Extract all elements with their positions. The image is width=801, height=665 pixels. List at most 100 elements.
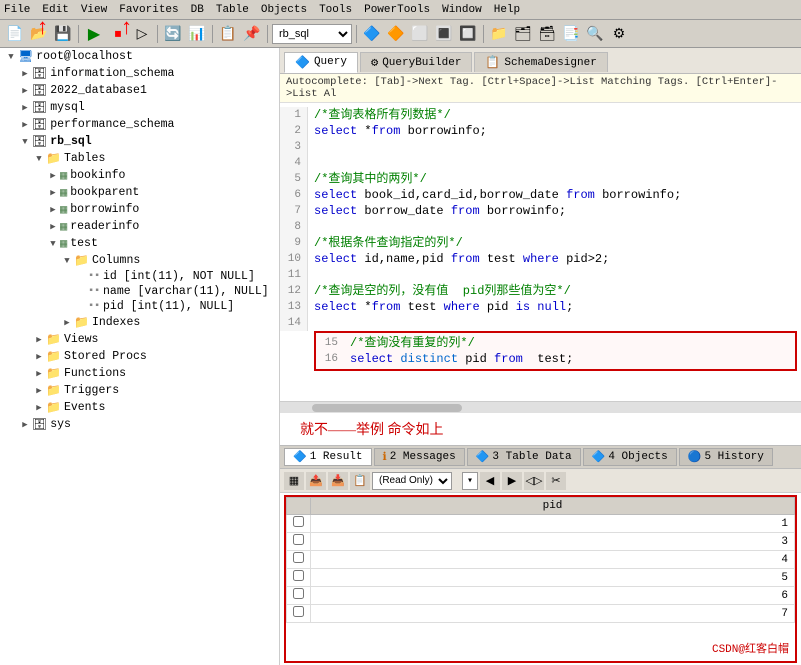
tab-query[interactable]: 🔷 Query bbox=[284, 52, 358, 73]
rtb-grid[interactable]: ▦ bbox=[284, 472, 304, 490]
sidebar-item-col-id[interactable]: ▪▪ id [int(11), NOT NULL] bbox=[0, 269, 279, 284]
row-checkbox[interactable] bbox=[293, 588, 304, 599]
sidebar-item-col-name[interactable]: ▪▪ name [varchar(11), NULL] bbox=[0, 284, 279, 299]
toggle-perf[interactable]: ▶ bbox=[18, 120, 32, 130]
tb-new[interactable]: 📄 bbox=[4, 23, 26, 45]
rtb-copy2[interactable]: 📋 bbox=[350, 472, 370, 490]
toggle-indexes[interactable]: ▶ bbox=[60, 318, 74, 328]
sidebar-item-tables[interactable]: ▼ 📁 Tables bbox=[0, 150, 279, 167]
btab-result[interactable]: 🔷 1 Result bbox=[284, 448, 372, 466]
tb-extra3[interactable]: ⬜ bbox=[409, 23, 431, 45]
tb-copy[interactable]: 📋 bbox=[217, 23, 239, 45]
menu-help[interactable]: Help bbox=[494, 4, 520, 16]
row-checkbox[interactable] bbox=[293, 534, 304, 545]
tb-extra6[interactable]: 📁 bbox=[488, 23, 510, 45]
tb-explain[interactable]: 📊 bbox=[186, 23, 208, 45]
toggle-borrowinfo[interactable]: ▶ bbox=[46, 205, 60, 215]
tb-extra9[interactable]: 📑 bbox=[560, 23, 582, 45]
toggle-rbsql[interactable]: ▼ bbox=[18, 137, 32, 147]
toggle-bookinfo[interactable]: ▶ bbox=[46, 171, 60, 181]
sidebar-item-functions[interactable]: ▶ 📁 Functions bbox=[0, 365, 279, 382]
sidebar-item-test[interactable]: ▼ ▦ test bbox=[0, 235, 279, 252]
readonly-dropdown[interactable]: (Read Only) bbox=[372, 472, 452, 490]
menu-edit[interactable]: Edit bbox=[42, 4, 68, 16]
menu-window[interactable]: Window bbox=[442, 4, 482, 16]
toggle-readerinfo[interactable]: ▶ bbox=[46, 222, 60, 232]
tb-extra11[interactable]: ⚙ bbox=[608, 23, 630, 45]
rtb-extra3[interactable]: ◁▷ bbox=[524, 472, 544, 490]
toggle-events[interactable]: ▶ bbox=[32, 403, 46, 413]
toggle-sys[interactable]: ▶ bbox=[18, 420, 32, 430]
menu-table[interactable]: Table bbox=[216, 4, 249, 16]
toggle-functions[interactable]: ▶ bbox=[32, 369, 46, 379]
sidebar-item-perf[interactable]: ▶ 🗄 performance_schema bbox=[0, 116, 279, 133]
tb-run2[interactable]: ▷ bbox=[131, 23, 153, 45]
rtb-extra1[interactable]: ◀ bbox=[480, 472, 500, 490]
sidebar-item-indexes[interactable]: ▶ 📁 Indexes bbox=[0, 314, 279, 331]
toggle-is[interactable]: ▶ bbox=[18, 69, 32, 79]
toggle-stored-procs[interactable]: ▶ bbox=[32, 352, 46, 362]
tb-extra8[interactable]: 🗃 bbox=[536, 23, 558, 45]
menu-file[interactable]: File bbox=[4, 4, 30, 16]
tb-refresh[interactable]: 🔄 bbox=[162, 23, 184, 45]
sidebar-item-root[interactable]: ▼ 🖥 root@localhost bbox=[0, 48, 279, 65]
toggle-tables[interactable]: ▼ bbox=[32, 154, 46, 164]
sidebar-item-triggers[interactable]: ▶ 📁 Triggers bbox=[0, 382, 279, 399]
btab-tabledata[interactable]: 🔷 3 Table Data bbox=[467, 448, 581, 466]
tb-stop[interactable]: ⏹ bbox=[107, 23, 129, 45]
btab-history[interactable]: 🔵 5 History bbox=[679, 448, 773, 466]
sidebar-item-bookparent[interactable]: ▶ ▦ bookparent bbox=[0, 184, 279, 201]
row-checkbox[interactable] bbox=[293, 606, 304, 617]
tb-extra4[interactable]: 🔳 bbox=[433, 23, 455, 45]
rtb-import[interactable]: 📥 bbox=[328, 472, 348, 490]
sidebar-item-borrowinfo[interactable]: ▶ ▦ borrowinfo bbox=[0, 201, 279, 218]
btab-objects[interactable]: 🔷 4 Objects bbox=[583, 448, 677, 466]
tab-schemadesigner[interactable]: 📋 SchemaDesigner bbox=[474, 52, 607, 72]
menu-view[interactable]: View bbox=[81, 4, 107, 16]
table-row[interactable]: 1 bbox=[287, 515, 795, 533]
sidebar-item-col-pid[interactable]: ▪▪ pid [int(11), NULL] bbox=[0, 299, 279, 314]
btab-messages[interactable]: ℹ 2 Messages bbox=[374, 448, 465, 466]
sidebar-item-information-schema[interactable]: ▶ 🗄 information_schema bbox=[0, 65, 279, 82]
menu-powertools[interactable]: PowerTools bbox=[364, 4, 430, 16]
sidebar-item-mysql[interactable]: ▶ 🗄 mysql bbox=[0, 99, 279, 116]
tb-paste[interactable]: 📌 bbox=[241, 23, 263, 45]
tb-run[interactable]: ▶ bbox=[83, 23, 105, 45]
toggle-bookparent[interactable]: ▶ bbox=[46, 188, 60, 198]
rtb-extra2[interactable]: ▶ bbox=[502, 472, 522, 490]
code-editor[interactable]: 1 /*查询表格所有列数据*/ 2 select *from borrowinf… bbox=[280, 103, 801, 401]
hscroll-thumb[interactable] bbox=[312, 404, 462, 412]
row-checkbox[interactable] bbox=[293, 570, 304, 581]
sidebar-item-bookinfo[interactable]: ▶ ▦ bookinfo bbox=[0, 167, 279, 184]
toggle-root[interactable]: ▼ bbox=[4, 52, 18, 62]
tab-querybuilder[interactable]: ⚙ QueryBuilder bbox=[360, 52, 472, 72]
table-row[interactable]: 6 bbox=[287, 587, 795, 605]
menu-favorites[interactable]: Favorites bbox=[119, 4, 178, 16]
toggle-test[interactable]: ▼ bbox=[46, 239, 60, 249]
rtb-extra4[interactable]: ✂ bbox=[546, 472, 566, 490]
tb-extra7[interactable]: 🗂 bbox=[512, 23, 534, 45]
sidebar-item-events[interactable]: ▶ 📁 Events bbox=[0, 399, 279, 416]
toggle-mysql[interactable]: ▶ bbox=[18, 103, 32, 113]
menu-db[interactable]: DB bbox=[191, 4, 204, 16]
toggle-2022db[interactable]: ▶ bbox=[18, 86, 32, 96]
sidebar-item-stored-procs[interactable]: ▶ 📁 Stored Procs bbox=[0, 348, 279, 365]
toggle-columns[interactable]: ▼ bbox=[60, 256, 74, 266]
sidebar-item-2022db[interactable]: ▶ 🗄 2022_database1 bbox=[0, 82, 279, 99]
toggle-views[interactable]: ▶ bbox=[32, 335, 46, 345]
sidebar-item-views[interactable]: ▶ 📁 Views bbox=[0, 331, 279, 348]
tb-extra2[interactable]: 🔶 bbox=[385, 23, 407, 45]
table-row[interactable]: 5 bbox=[287, 569, 795, 587]
table-row[interactable]: 4 bbox=[287, 551, 795, 569]
sidebar-item-sys[interactable]: ▶ 🗄 sys bbox=[0, 416, 279, 433]
tb-open[interactable]: 📂 bbox=[28, 23, 50, 45]
row-checkbox[interactable] bbox=[293, 516, 304, 527]
tb-save[interactable]: 💾 bbox=[52, 23, 74, 45]
row-checkbox[interactable] bbox=[293, 552, 304, 563]
tb-extra5[interactable]: 🔲 bbox=[457, 23, 479, 45]
table-row[interactable]: 7 bbox=[287, 605, 795, 623]
tb-extra10[interactable]: 🔍 bbox=[584, 23, 606, 45]
table-row[interactable]: 3 bbox=[287, 533, 795, 551]
rtb-dropdown-arrow[interactable]: ▾ bbox=[462, 472, 478, 490]
sidebar-item-readerinfo[interactable]: ▶ ▦ readerinfo bbox=[0, 218, 279, 235]
